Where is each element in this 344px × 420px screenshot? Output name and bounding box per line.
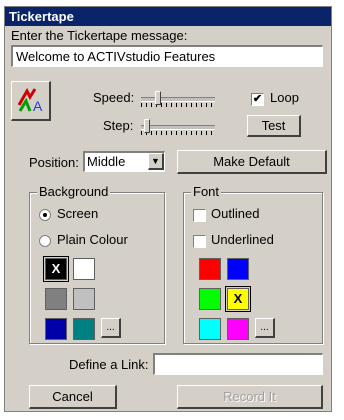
screen-radio[interactable] bbox=[39, 209, 51, 221]
background-colour-swatch[interactable]: X bbox=[43, 256, 69, 282]
background-colour-swatch[interactable] bbox=[73, 258, 95, 280]
background-more-colours-button[interactable]: ... bbox=[101, 318, 121, 338]
record-button[interactable]: Record It bbox=[177, 385, 323, 409]
position-dropdown-button[interactable]: ▼ bbox=[148, 153, 164, 170]
test-button[interactable]: Test bbox=[247, 115, 301, 137]
step-slider-thumb[interactable] bbox=[144, 119, 150, 133]
font-group-title: Font bbox=[191, 184, 222, 199]
plain-colour-label: Plain Colour bbox=[57, 232, 128, 247]
position-value: Middle bbox=[87, 154, 126, 169]
font-colour-swatch[interactable]: X bbox=[225, 286, 251, 312]
underlined-checkbox[interactable] bbox=[193, 235, 206, 248]
outlined-label: Outlined bbox=[211, 206, 260, 221]
link-label: Define a Link: bbox=[69, 357, 149, 372]
step-slider[interactable] bbox=[141, 119, 215, 137]
tickertape-icon-button[interactable]: A bbox=[11, 81, 51, 121]
background-colour-swatch[interactable] bbox=[73, 318, 95, 340]
loop-label: Loop bbox=[270, 90, 299, 105]
cancel-button[interactable]: Cancel bbox=[29, 385, 117, 409]
message-input[interactable]: Welcome to ACTIVstudio Features bbox=[11, 45, 323, 67]
background-colour-swatch[interactable] bbox=[45, 288, 67, 310]
title-bar: Tickertape bbox=[5, 7, 331, 26]
background-colour-swatch[interactable] bbox=[45, 318, 67, 340]
font-colour-swatch[interactable] bbox=[199, 318, 221, 340]
font-colour-swatch[interactable] bbox=[227, 258, 249, 280]
tickertape-dialog: Tickertape Enter the Tickertape message:… bbox=[4, 6, 332, 412]
link-input[interactable] bbox=[153, 353, 323, 375]
step-label: Step: bbox=[103, 118, 134, 133]
font-colour-swatch[interactable] bbox=[199, 258, 221, 280]
svg-text:A: A bbox=[33, 98, 43, 114]
message-label: Enter the Tickertape message: bbox=[11, 28, 188, 43]
outlined-checkbox[interactable] bbox=[193, 209, 206, 222]
font-colour-swatch[interactable] bbox=[199, 288, 221, 310]
speed-slider-thumb[interactable] bbox=[155, 91, 161, 105]
loop-checkbox[interactable]: ✔ bbox=[251, 93, 264, 106]
screen-label: Screen bbox=[57, 206, 99, 221]
speed-label: Speed: bbox=[93, 90, 135, 105]
position-select[interactable]: Middle ▼ bbox=[83, 151, 165, 172]
background-colour-swatch[interactable] bbox=[73, 288, 95, 310]
speed-slider[interactable] bbox=[141, 91, 215, 109]
make-default-button[interactable]: Make Default bbox=[177, 150, 327, 174]
plain-colour-radio[interactable] bbox=[39, 235, 51, 247]
tickertape-icon: A bbox=[17, 87, 43, 114]
background-group-title: Background bbox=[37, 184, 111, 199]
font-more-colours-button[interactable]: ... bbox=[255, 318, 275, 338]
underlined-label: Underlined bbox=[211, 232, 274, 247]
font-colour-swatch[interactable] bbox=[227, 318, 249, 340]
position-label: Position: bbox=[29, 155, 79, 170]
chevron-down-icon: ▼ bbox=[151, 156, 160, 166]
